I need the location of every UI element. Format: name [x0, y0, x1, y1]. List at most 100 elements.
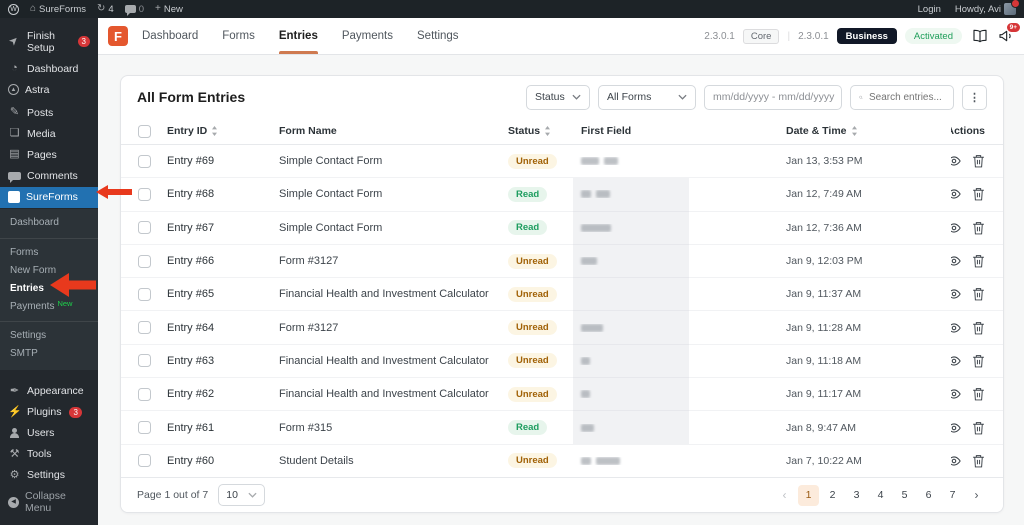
view-entry-button[interactable] — [951, 287, 961, 301]
delete-entry-button[interactable] — [972, 254, 985, 268]
view-entry-button[interactable] — [951, 154, 961, 168]
sidebar-item-astra[interactable]: ▲Astra — [0, 79, 98, 100]
view-entry-button[interactable] — [951, 254, 961, 268]
table-row[interactable]: Entry #61Form #315ReadJan 8, 9:47 AM — [121, 411, 1003, 444]
delete-entry-button[interactable] — [972, 387, 985, 401]
table-row[interactable]: Entry #65Financial Health and Investment… — [121, 278, 1003, 311]
view-entry-button[interactable] — [951, 387, 961, 401]
delete-entry-button[interactable] — [972, 421, 985, 435]
comments-link[interactable]: 0 — [125, 4, 144, 15]
forms-filter-select[interactable]: All Forms — [598, 85, 696, 110]
page-button-1[interactable]: 1 — [798, 485, 819, 506]
sidebar-item-posts[interactable]: ✎Posts — [0, 102, 98, 123]
status-filter-select[interactable]: Status — [526, 85, 590, 110]
sidebar-item-label: Users — [27, 427, 54, 439]
delete-entry-button[interactable] — [972, 354, 985, 368]
delete-entry-button[interactable] — [972, 154, 985, 168]
tab-dashboard[interactable]: Dashboard — [142, 18, 198, 54]
entry-id: Entry #64 — [159, 322, 271, 334]
sidebar-item-dashboard[interactable]: ◔Dashboard — [0, 58, 98, 79]
row-checkbox[interactable] — [138, 255, 151, 268]
updates-link[interactable]: ↻ 4 — [97, 4, 114, 15]
table-row[interactable]: Entry #69Simple Contact FormUnreadJan 13… — [121, 145, 1003, 178]
page-button-7[interactable]: 7 — [942, 485, 963, 506]
table-row[interactable]: Entry #68Simple Contact FormReadJan 12, … — [121, 178, 1003, 211]
table-row[interactable]: Entry #63Financial Health and Investment… — [121, 345, 1003, 378]
tab-entries[interactable]: Entries — [279, 18, 318, 54]
docs-button[interactable] — [972, 28, 988, 44]
row-checkbox[interactable] — [138, 354, 151, 367]
row-checkbox[interactable] — [138, 155, 151, 168]
view-entry-button[interactable] — [951, 221, 961, 235]
date-range-input[interactable]: mm/dd/yyyy - mm/dd/yyyy — [704, 85, 842, 110]
table-row[interactable]: Entry #60Student DetailsUnreadJan 7, 10:… — [121, 445, 1003, 477]
view-entry-button[interactable] — [951, 321, 961, 335]
next-page-button[interactable]: › — [966, 485, 987, 506]
submenu-item-dashboard[interactable]: Dashboard — [0, 214, 98, 232]
delete-entry-button[interactable] — [972, 321, 985, 335]
tab-forms[interactable]: Forms — [222, 18, 255, 54]
submenu-item-smtp[interactable]: SMTP — [0, 345, 98, 363]
row-checkbox[interactable] — [138, 321, 151, 334]
view-entry-button[interactable] — [951, 454, 961, 468]
collapse-menu-button[interactable]: ◀ Collapse Menu — [0, 486, 98, 519]
column-date-time[interactable]: Date & Time — [779, 125, 951, 137]
view-entry-icon — [951, 387, 961, 401]
table-row[interactable]: Entry #62Financial Health and Investment… — [121, 378, 1003, 411]
count-badge: 3 — [78, 36, 90, 47]
page-button-4[interactable]: 4 — [870, 485, 891, 506]
row-checkbox[interactable] — [138, 388, 151, 401]
sidebar-item-users[interactable]: Users — [0, 423, 98, 444]
sidebar-item-plugins[interactable]: ⚡Plugins3 — [0, 402, 98, 423]
view-entry-button[interactable] — [951, 354, 961, 368]
delete-entry-button[interactable] — [972, 187, 985, 201]
sidebar-item-tools[interactable]: ⚒Tools — [0, 444, 98, 465]
row-checkbox[interactable] — [138, 454, 151, 467]
tab-settings[interactable]: Settings — [417, 18, 459, 54]
sidebar-item-finish-setup[interactable]: ➤Finish Setup3 — [0, 25, 98, 58]
prev-page-button[interactable]: ‹ — [774, 485, 795, 506]
page-button-3[interactable]: 3 — [846, 485, 867, 506]
delete-entry-button[interactable] — [972, 454, 985, 468]
column-entry-id[interactable]: Entry ID — [159, 125, 271, 137]
sidebar-item-comments[interactable]: Comments — [0, 165, 98, 186]
site-name-link[interactable]: ⌂ SureForms — [30, 4, 86, 15]
page-button-6[interactable]: 6 — [918, 485, 939, 506]
delete-entry-button[interactable] — [972, 287, 985, 301]
column-status[interactable]: Status — [501, 125, 573, 137]
page-button-2[interactable]: 2 — [822, 485, 843, 506]
delete-entry-icon — [972, 387, 985, 401]
select-all-checkbox[interactable] — [138, 125, 151, 138]
row-checkbox[interactable] — [138, 188, 151, 201]
account-menu[interactable]: Howdy, Avi — [955, 3, 1016, 15]
more-options-button[interactable]: ⋮ — [962, 85, 987, 110]
sidebar-item-pages[interactable]: ▤Pages — [0, 144, 98, 165]
view-entry-button[interactable] — [951, 187, 961, 201]
table-row[interactable]: Entry #64Form #3127UnreadJan 9, 11:28 AM — [121, 311, 1003, 344]
submenu-item-forms[interactable]: Forms — [0, 238, 98, 262]
page-button-5[interactable]: 5 — [894, 485, 915, 506]
search-input[interactable] — [869, 92, 945, 103]
sidebar-item-media[interactable]: ❏Media — [0, 123, 98, 144]
table-row[interactable]: Entry #66Form #3127UnreadJan 9, 12:03 PM — [121, 245, 1003, 278]
row-checkbox[interactable] — [138, 221, 151, 234]
delete-entry-button[interactable] — [972, 221, 985, 235]
view-entry-button[interactable] — [951, 421, 961, 435]
submenu-item-settings[interactable]: Settings — [0, 321, 98, 345]
table-row[interactable]: Entry #67Simple Contact FormReadJan 12, … — [121, 212, 1003, 245]
whats-new-button[interactable]: 9+ — [998, 28, 1014, 44]
tab-payments[interactable]: Payments — [342, 18, 393, 54]
first-field-redacted — [573, 357, 779, 365]
submenu-item-payments[interactable]: PaymentsNew — [0, 297, 98, 315]
sidebar-item-settings[interactable]: ⚙Settings — [0, 465, 98, 486]
row-checkbox[interactable] — [138, 288, 151, 301]
row-checkbox[interactable] — [138, 421, 151, 434]
sidebar-item-sureforms[interactable]: FSureForms — [0, 187, 98, 208]
wp-logo-menu[interactable]: W — [8, 4, 19, 15]
new-content-menu[interactable]: + New — [155, 4, 183, 15]
login-link[interactable]: Login — [918, 4, 941, 15]
plus-icon: + — [155, 4, 161, 14]
per-page-select[interactable]: 10 — [218, 484, 265, 506]
media-icon: ❏ — [8, 128, 21, 139]
sidebar-item-appearance[interactable]: ✒Appearance — [0, 381, 98, 402]
